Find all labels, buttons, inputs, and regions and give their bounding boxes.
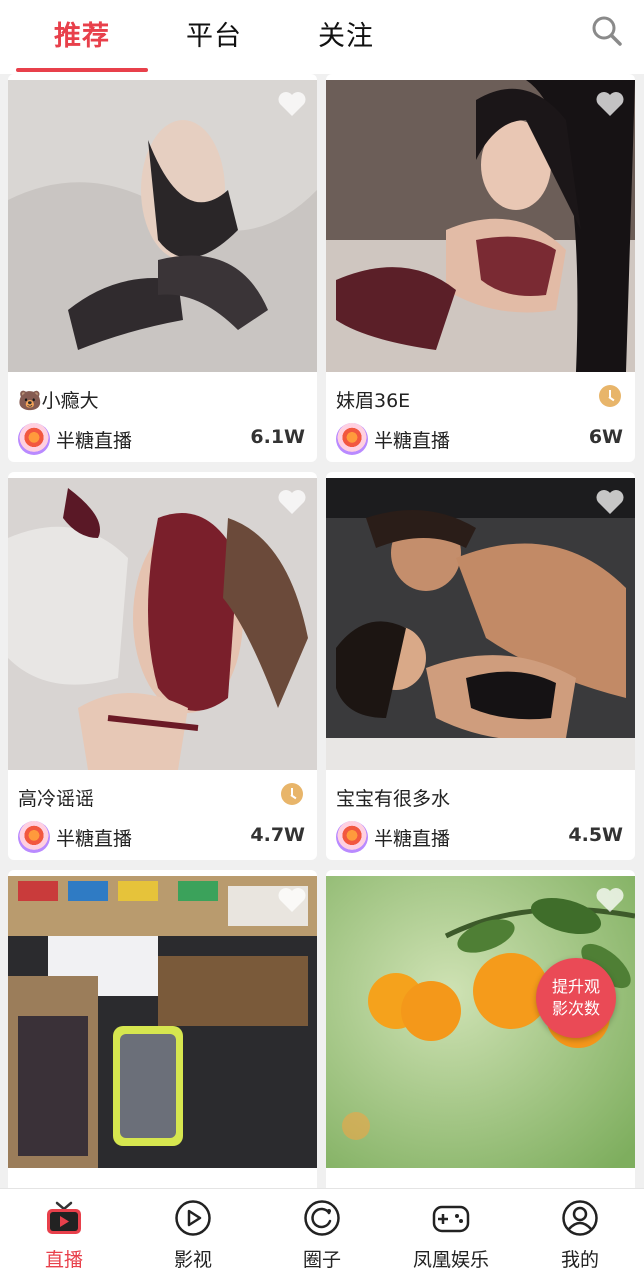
gamepad-icon [432, 1205, 470, 1233]
active-tab-indicator [16, 68, 148, 72]
platform-name: 半糖直播 [56, 828, 133, 850]
nav-circle-label: 圈子 [302, 1249, 341, 1271]
clock-icon [281, 783, 303, 805]
platform-logo [336, 423, 368, 455]
view-count: 6W [588, 426, 623, 448]
stream-thumbnail [326, 478, 635, 770]
favorite-heart-icon[interactable] [595, 488, 625, 516]
user-icon [562, 1200, 598, 1236]
stream-thumbnail [8, 478, 317, 770]
stream-thumbnail [8, 80, 317, 372]
stream-card[interactable]: 🐻小瘾大 半糖直播 6.1W [8, 74, 317, 462]
circle-icon [304, 1200, 340, 1236]
play-circle-icon [175, 1200, 211, 1236]
nav-phoenix-entertainment-label: 凤凰娱乐 [412, 1249, 489, 1271]
tab-recommend[interactable]: 推荐 [54, 14, 110, 53]
boost-views-label: 提升观影次数 [551, 977, 600, 1018]
stream-title: 宝宝有很多水 [336, 788, 451, 810]
favorite-heart-icon[interactable] [277, 886, 307, 914]
nav-mine[interactable]: 我的 [516, 1189, 644, 1281]
nav-live-label: 直播 [44, 1249, 83, 1271]
stream-card[interactable] [8, 870, 317, 1188]
stream-title: 妹眉36E [336, 390, 411, 412]
view-count: 6.1W [250, 426, 305, 448]
view-count: 4.5W [568, 824, 623, 846]
favorite-heart-icon[interactable] [277, 90, 307, 118]
favorite-heart-icon[interactable] [595, 886, 625, 914]
stream-card[interactable]: 妹眉36E 半糖直播 6W [326, 74, 635, 462]
stream-thumbnail [8, 876, 317, 1168]
favorite-heart-icon[interactable] [277, 488, 307, 516]
nav-mine-label: 我的 [560, 1249, 599, 1271]
platform-logo [336, 821, 368, 853]
search-icon[interactable] [590, 14, 624, 48]
nav-video-label: 影视 [173, 1249, 212, 1271]
nav-phoenix-entertainment[interactable]: 凤凰娱乐 [387, 1189, 515, 1281]
nav-video[interactable]: 影视 [129, 1189, 257, 1281]
clock-icon [599, 385, 621, 407]
view-count: 4.7W [250, 824, 305, 846]
stream-thumbnail [326, 80, 635, 372]
stream-title: 高冷谣谣 [18, 788, 95, 810]
top-tab-bar: 推荐 平台 关注 [0, 0, 644, 74]
platform-logo [18, 423, 50, 455]
platform-logo [18, 821, 50, 853]
favorite-heart-icon[interactable] [595, 90, 625, 118]
nav-live[interactable]: 直播 [0, 1189, 128, 1281]
stream-card[interactable]: 高冷谣谣 半糖直播 4.7W [8, 472, 317, 860]
tab-follow[interactable]: 关注 [318, 14, 374, 53]
stream-title: 🐻小瘾大 [18, 390, 99, 412]
tv-icon [47, 1201, 81, 1234]
boost-views-button[interactable]: 提升观影次数 [536, 958, 616, 1038]
bottom-navigation: 直播 影视 圈子 凤凰娱乐 我的 [0, 1188, 644, 1281]
nav-circle[interactable]: 圈子 [258, 1189, 386, 1281]
platform-name: 半糖直播 [374, 828, 451, 850]
platform-name: 半糖直播 [374, 430, 451, 452]
platform-name: 半糖直播 [56, 430, 133, 452]
stream-card[interactable]: 宝宝有很多水 半糖直播 4.5W [326, 472, 635, 860]
tab-platform[interactable]: 平台 [186, 14, 242, 53]
